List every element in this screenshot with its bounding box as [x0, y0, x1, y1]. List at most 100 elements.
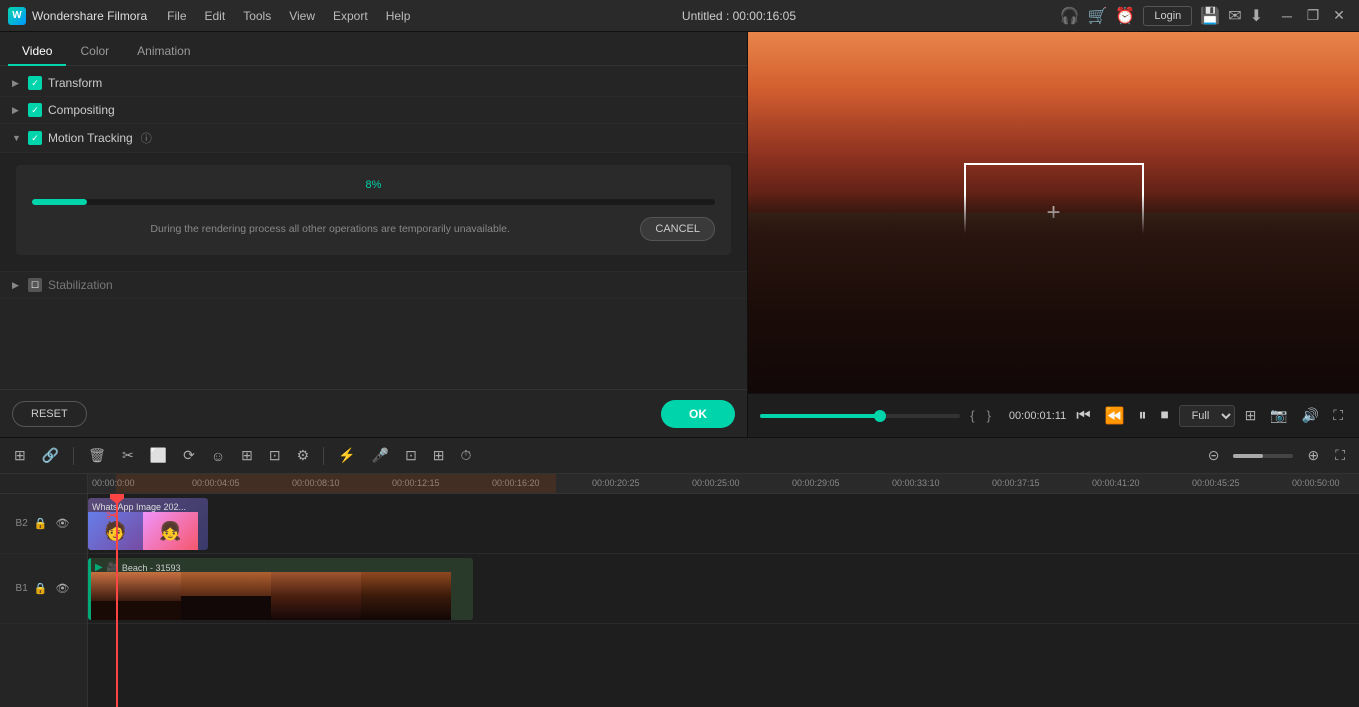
track1-label: B1 [16, 583, 28, 594]
skip-back-button[interactable]: ⏮ [1072, 403, 1094, 429]
emoji-button[interactable]: ☺ [205, 444, 231, 468]
track1-visible-button[interactable]: 👁 [53, 580, 71, 597]
track1-row: ▶ 🎥 Beach - 31593 [88, 554, 1359, 624]
fit-to-screen-button[interactable]: ⛶ [1329, 443, 1351, 468]
layout-button[interactable]: ⊡ [263, 443, 287, 468]
timeline-thumb [874, 410, 886, 422]
snapshot-icon[interactable]: 📷 [1266, 403, 1291, 428]
cancel-button[interactable]: CANCEL [640, 217, 715, 241]
clip1-label: Beach - 31593 [122, 563, 181, 573]
zoom-slider-fill [1233, 454, 1263, 458]
cart-icon[interactable]: 🛒 [1088, 6, 1108, 26]
preview-slider[interactable] [760, 414, 960, 418]
save-icon[interactable]: 💾 [1200, 6, 1220, 26]
menu-view[interactable]: View [281, 5, 323, 27]
motion-tracking-info-icon[interactable]: ⓘ [141, 130, 152, 146]
tab-animation[interactable]: Animation [123, 38, 204, 66]
track2-row: WhatsApp Image 202... 🧑 👧 [88, 494, 1359, 554]
scene-detect-icon[interactable]: ⚡ [332, 443, 361, 468]
login-button[interactable]: Login [1143, 6, 1192, 26]
track1-lock-button[interactable]: 🔒 [32, 580, 50, 597]
delete-button[interactable]: 🗑 [82, 443, 112, 468]
step-back-button[interactable]: ⏪ [1101, 402, 1129, 430]
split-view-icon[interactable]: ⊞ [1241, 403, 1261, 428]
picture-in-pic-icon[interactable]: ⊞ [427, 443, 451, 468]
transition-icon[interactable]: ⊡ [399, 443, 423, 468]
track2-controls: B2 🔒 👁 [0, 494, 87, 554]
download-icon[interactable]: ⬇ [1250, 6, 1263, 26]
minimize-button[interactable]: ─ [1275, 4, 1299, 28]
timeline-toolbar: ⊞ 🔗 🗑 ✂ ⬜ ⟳ ☺ ⊞ ⊡ ⚙ ⚡ 🎤 ⊡ ⊞ ⏱ ⊝ ⊕ ⛶ [0, 438, 1359, 474]
clock-icon[interactable]: ⏰ [1115, 6, 1135, 26]
volume-icon[interactable]: 🔊 [1298, 403, 1323, 428]
mic-icon[interactable]: 🎤 [366, 443, 395, 468]
progress-bar-fill [32, 199, 87, 205]
progress-bar-background [32, 199, 715, 205]
tab-video[interactable]: Video [8, 38, 66, 66]
ruler-mark-6: 00:00:25:00 [692, 478, 740, 488]
timeline-scroll[interactable]: 00:00:0:00 00:00:04:05 00:00:08:10 00:00… [88, 474, 1359, 707]
ruler-mark-4: 00:00:16:20 [492, 478, 540, 488]
track2-lock-button[interactable]: 🔒 [32, 515, 50, 532]
stop-button[interactable]: ⏹ [1157, 403, 1173, 429]
time-ruler: 00:00:0:00 00:00:04:05 00:00:08:10 00:00… [88, 474, 1359, 494]
fullscreen-icon[interactable]: ⛶ [1329, 403, 1347, 428]
ok-button[interactable]: OK [661, 400, 735, 428]
menu-edit[interactable]: Edit [197, 5, 234, 27]
bracket-right-icon: } [987, 408, 991, 423]
section-stabilization[interactable]: ▶ ☐ Stabilization [0, 272, 747, 299]
menu-export[interactable]: Export [325, 5, 376, 27]
ruler-mark-0: 00:00:0:00 [92, 478, 135, 488]
zoom-slider[interactable] [1233, 454, 1293, 458]
headphones-icon[interactable]: 🎧 [1060, 6, 1080, 26]
mail-icon[interactable]: ✉ [1228, 6, 1241, 26]
ruler-mark-12: 00:00:50:00 [1292, 478, 1340, 488]
preview-controls: { } 00:00:01:11 ⏮ ⏪ ⏸ ⏹ Full ⊞ 📷 🔊 ⛶ [748, 393, 1359, 437]
playhead: ✂ [116, 494, 118, 707]
motion-tracking-label: Motion Tracking [48, 131, 133, 145]
section-compositing[interactable]: ▶ ✓ Compositing [0, 97, 747, 124]
stabilization-label: Stabilization [48, 278, 113, 292]
ruler-mark-3: 00:00:12:15 [392, 478, 440, 488]
motion-tracking-content: 8% During the rendering process all othe… [0, 153, 747, 272]
pause-button[interactable]: ⏸ [1135, 403, 1151, 429]
section-motion-tracking[interactable]: ▼ ✓ Motion Tracking ⓘ [0, 124, 747, 153]
ruler-mark-5: 00:00:20:25 [592, 478, 640, 488]
track1-clip[interactable]: ▶ 🎥 Beach - 31593 [88, 558, 473, 620]
track2-visible-button[interactable]: 👁 [53, 515, 71, 532]
crop-button[interactable]: ⬜ [144, 443, 173, 468]
transform-label: Transform [48, 76, 102, 90]
clip1-thumbnails [91, 572, 473, 620]
motion-tracking-arrow-icon: ▼ [12, 133, 22, 143]
grid-button[interactable]: ⊞ [235, 443, 259, 468]
cut-button[interactable]: ✂ [116, 443, 140, 468]
section-transform[interactable]: ▶ ✓ Transform [0, 70, 747, 97]
panel-buttons: RESET OK [0, 389, 747, 437]
properties-panel: Video Color Animation ▶ ✓ Transform ▶ ✓ … [0, 32, 748, 437]
zoom-in-button[interactable]: ⊕ [1301, 443, 1325, 468]
track2-label: B2 [16, 518, 28, 529]
progress-row: During the rendering process all other o… [32, 217, 715, 241]
add-track-button[interactable]: ⊞ [8, 443, 32, 468]
link-button[interactable]: 🔗 [36, 443, 65, 468]
ruler-mark-2: 00:00:08:10 [292, 478, 340, 488]
close-button[interactable]: ✕ [1327, 4, 1351, 28]
track1-controls: B1 🔒 👁 [0, 554, 87, 624]
stabilization-arrow-icon: ▶ [12, 280, 22, 291]
tab-color[interactable]: Color [66, 38, 123, 66]
speed-icon[interactable]: ⏱ [455, 443, 478, 468]
menu-help[interactable]: Help [378, 5, 419, 27]
titlebar: W Wondershare Filmora File Edit Tools Vi… [0, 0, 1359, 32]
timeline-area: ⊞ 🔗 🗑 ✂ ⬜ ⟳ ☺ ⊞ ⊡ ⚙ ⚡ 🎤 ⊡ ⊞ ⏱ ⊝ ⊕ ⛶ B2 � [0, 437, 1359, 707]
quality-select[interactable]: Full [1179, 405, 1235, 427]
zoom-out-button[interactable]: ⊝ [1202, 443, 1226, 468]
rotate-button[interactable]: ⟳ [177, 443, 201, 468]
window-controls: ─ ❐ ✕ [1275, 4, 1351, 28]
menu-tools[interactable]: Tools [235, 5, 279, 27]
tracking-box[interactable]: + [964, 163, 1144, 263]
maximize-button[interactable]: ❐ [1301, 4, 1325, 28]
reset-button[interactable]: RESET [12, 401, 87, 427]
menu-file[interactable]: File [159, 5, 194, 27]
time-display: 00:00:01:11 [1009, 410, 1066, 422]
settings-button[interactable]: ⚙ [291, 443, 316, 468]
